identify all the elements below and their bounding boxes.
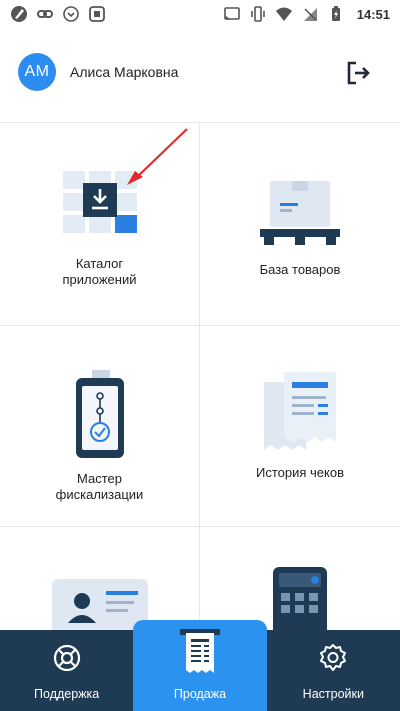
nav-settings-label: Настройки [302,687,364,701]
vibrate-icon [249,5,267,23]
nav-sale[interactable]: Продажа [133,620,267,711]
chevron-circle-icon [62,5,80,23]
grid-item-label: История чеков [256,465,344,480]
user-header: АМ Алиса Марковна [0,42,400,102]
grid-item-calculator[interactable] [200,527,400,633]
grid-item-receipt-history[interactable]: История чеков [200,326,400,526]
app-catalog-icon [61,128,188,246]
grid-item-app-catalog[interactable]: Каталог приложений [0,123,199,325]
status-time: 14:51 [356,6,390,22]
link-icon [36,5,54,23]
logout-icon[interactable] [346,60,372,86]
no-sim-icon [301,5,319,23]
wifi-icon [275,5,293,23]
edit-icon [10,5,28,23]
bottom-nav: Поддержка Продажа Настройки [0,620,400,711]
app-grid: Каталог приложений База товаров Мастер ф… [0,122,400,633]
goods-base-icon [260,179,340,252]
battery-icon [327,5,345,23]
grid-item-label: База товаров [259,262,341,277]
lifebuoy-icon [52,643,82,673]
square-app-icon [88,5,106,23]
avatar[interactable]: АМ [18,53,56,91]
calculator-icon [271,565,329,633]
nav-support[interactable]: Поддержка [0,630,133,711]
receipt-icon [179,629,220,675]
status-bar: 14:51 [0,0,400,28]
arrow-annotation [126,128,188,185]
user-name: Алиса Марковна [70,64,179,80]
grid-item-fiscal-master[interactable]: Мастер фискализации [0,326,199,526]
nav-settings[interactable]: Настройки [267,630,400,711]
grid-item-id-card[interactable] [0,527,199,633]
grid-item-label: Каталог приложений [62,256,137,287]
cast-icon [223,5,241,23]
grid-item-goods-base[interactable]: База товаров [200,123,400,325]
gear-icon [318,643,348,673]
grid-item-label: Мастер фискализации [55,471,144,502]
fiscal-master-icon [70,370,130,461]
nav-sale-label: Продажа [173,687,227,701]
receipt-history-icon [262,370,338,455]
status-bar-left [10,5,106,23]
nav-support-label: Поддержка [34,687,100,701]
status-bar-right: 14:51 [223,5,390,23]
